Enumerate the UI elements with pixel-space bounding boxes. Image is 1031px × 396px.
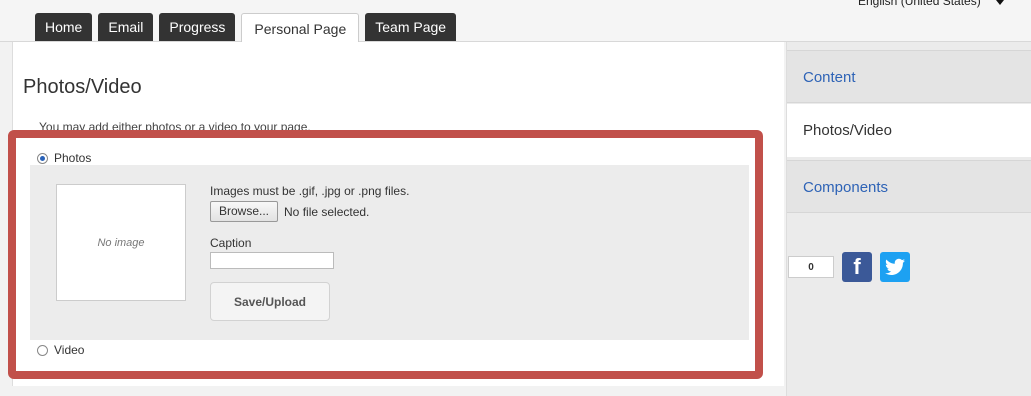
file-status-text: No file selected. xyxy=(284,204,370,219)
video-option-label: Video xyxy=(54,343,85,357)
photos-option[interactable]: Photos xyxy=(37,151,91,165)
language-select-value: English (United States) xyxy=(858,0,981,8)
sidebar-item-components[interactable]: Components xyxy=(787,160,1031,213)
file-types-note: Images must be .gif, .jpg or .png files. xyxy=(210,184,410,198)
photos-option-label: Photos xyxy=(54,151,92,165)
no-image-text: No image xyxy=(97,236,145,249)
main-tabs: Home Email Progress Personal Page Team P… xyxy=(35,13,457,43)
save-upload-button[interactable]: Save/Upload xyxy=(210,282,330,321)
language-select[interactable]: English (United States) xyxy=(850,0,1020,10)
top-navigation-bar: Home Email Progress Personal Page Team P… xyxy=(0,0,1031,43)
share-bar: 0 f xyxy=(788,252,910,282)
tab-progress[interactable]: Progress xyxy=(159,13,236,41)
file-picker: Browse... No file selected. xyxy=(210,201,369,222)
video-option[interactable]: Video xyxy=(37,343,84,357)
video-radio[interactable] xyxy=(37,344,48,356)
tab-team-page[interactable]: Team Page xyxy=(365,13,457,41)
sidebar-item-photos-video[interactable]: Photos/Video xyxy=(787,104,1031,157)
tab-personal-page[interactable]: Personal Page xyxy=(241,13,360,43)
share-count: 0 xyxy=(788,256,834,278)
image-preview-placeholder: No image xyxy=(56,184,186,301)
caption-input[interactable] xyxy=(210,252,334,269)
browse-button[interactable]: Browse... xyxy=(210,201,279,222)
twitter-icon[interactable] xyxy=(880,252,910,282)
sidebar: Content Photos/Video Components xyxy=(786,42,1031,396)
tab-email[interactable]: Email xyxy=(98,13,154,41)
chevron-down-icon xyxy=(996,0,1004,5)
facebook-icon[interactable]: f xyxy=(842,252,872,282)
page-title: Photos/Video xyxy=(23,76,142,98)
photos-radio[interactable] xyxy=(37,152,48,164)
sidebar-item-content[interactable]: Content xyxy=(787,50,1031,103)
caption-label: Caption xyxy=(210,236,252,250)
tab-home[interactable]: Home xyxy=(35,13,93,41)
